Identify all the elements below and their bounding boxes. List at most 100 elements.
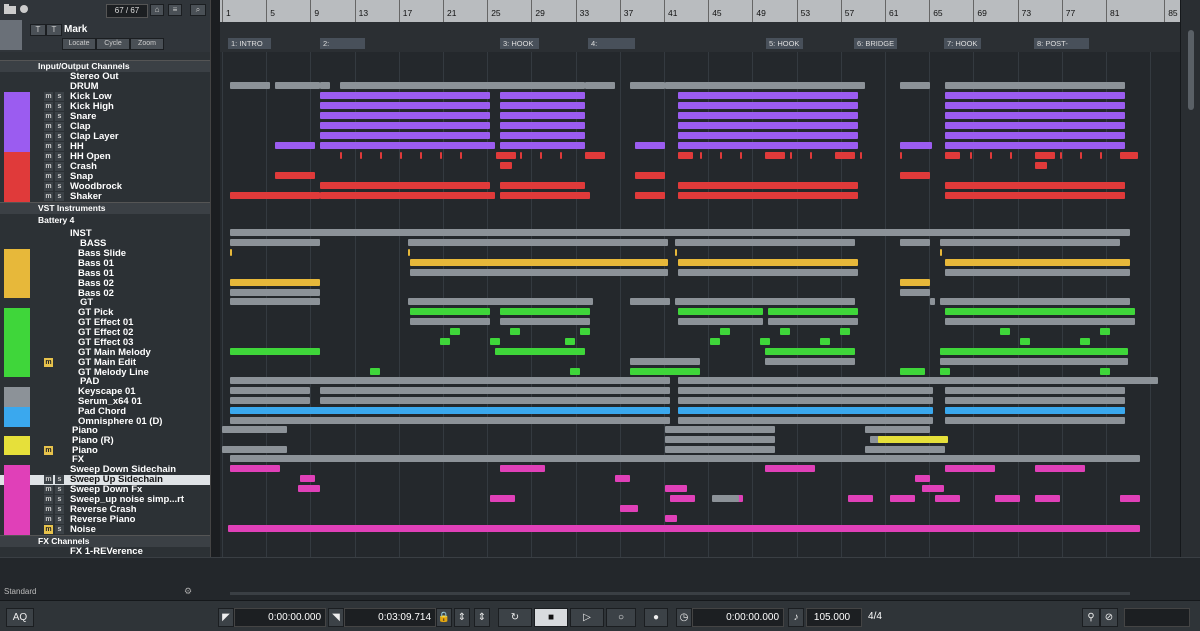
clip[interactable] <box>835 152 855 159</box>
clip[interactable] <box>320 102 490 109</box>
track-reverse-piano[interactable]: m s Reverse Piano <box>0 515 210 525</box>
clip[interactable] <box>865 446 945 453</box>
clip[interactable] <box>945 387 1125 394</box>
clip[interactable] <box>410 308 490 315</box>
sync-icon[interactable]: ⊘ <box>1100 608 1118 627</box>
clip[interactable] <box>900 82 930 89</box>
clip[interactable] <box>230 407 670 414</box>
clip[interactable] <box>945 182 1125 189</box>
stop-button[interactable]: ■ <box>534 608 568 627</box>
clip[interactable] <box>360 152 362 159</box>
clip[interactable] <box>940 249 942 256</box>
clip[interactable] <box>675 239 855 246</box>
clip[interactable] <box>665 515 677 522</box>
clock-icon[interactable]: ◷ <box>676 608 692 627</box>
signature-field[interactable]: 4/4 <box>860 608 894 625</box>
settings-icon[interactable]: ⚙ <box>184 586 192 597</box>
clip[interactable] <box>940 348 1128 355</box>
clip[interactable] <box>900 289 930 296</box>
clip[interactable] <box>1010 152 1012 159</box>
clip[interactable] <box>500 142 585 149</box>
clip[interactable] <box>945 82 1125 89</box>
clip[interactable] <box>630 358 700 365</box>
clip[interactable] <box>768 318 858 325</box>
marker-label[interactable]: 8: POST-HOOK <box>1034 38 1089 59</box>
clip[interactable] <box>995 495 1020 502</box>
clip[interactable] <box>1100 328 1110 335</box>
clip[interactable] <box>890 495 915 502</box>
right-locator-field[interactable]: 0:03:09.714 <box>344 608 436 627</box>
clip[interactable] <box>678 407 933 414</box>
clip[interactable] <box>320 122 490 129</box>
track-clap-layer[interactable]: m s Clap Layer <box>0 132 210 142</box>
clip[interactable] <box>230 279 320 286</box>
clip[interactable] <box>320 387 670 394</box>
vertical-scrollbar[interactable] <box>1180 0 1200 600</box>
clip[interactable] <box>540 152 542 159</box>
clip[interactable] <box>635 192 665 199</box>
clip[interactable] <box>400 152 402 159</box>
tab-cycle[interactable]: Cycle <box>96 38 130 50</box>
clip[interactable] <box>520 152 522 159</box>
clip[interactable] <box>320 397 670 404</box>
clip[interactable] <box>230 229 1130 236</box>
tab-locate[interactable]: Locate <box>62 38 96 50</box>
metronome-icon[interactable]: ● <box>644 608 668 627</box>
clip[interactable] <box>935 495 960 502</box>
clip[interactable] <box>275 142 315 149</box>
clip[interactable] <box>665 446 775 453</box>
track-piano-r[interactable]: Piano (R) <box>0 436 210 446</box>
clip[interactable] <box>678 122 858 129</box>
clip[interactable] <box>275 172 315 179</box>
clip[interactable] <box>495 348 585 355</box>
clip[interactable] <box>585 82 615 89</box>
clip[interactable] <box>900 239 930 246</box>
clip[interactable] <box>635 142 665 149</box>
clip[interactable] <box>760 338 770 345</box>
list-icon[interactable]: ≡ <box>168 4 182 16</box>
clip[interactable] <box>810 152 812 159</box>
clip[interactable] <box>848 495 873 502</box>
clip[interactable] <box>678 377 1158 384</box>
clip[interactable] <box>560 152 562 159</box>
marker-label[interactable]: 5: HOOK <box>766 38 803 49</box>
clip[interactable] <box>490 495 515 502</box>
clip[interactable] <box>500 112 585 119</box>
clip[interactable] <box>410 259 668 266</box>
clip[interactable] <box>945 92 1125 99</box>
right-locator-icon[interactable]: ◥ <box>328 608 344 627</box>
clip[interactable] <box>678 112 858 119</box>
clip[interactable] <box>765 152 785 159</box>
clip[interactable] <box>320 142 495 149</box>
timeline-ruler[interactable]: 1 5 9 13 17 21 25 29 33 37 41 45 49 53 57 61 65 69 73 77 81 8… <box>220 0 1180 23</box>
track-crash[interactable]: m s Crash <box>0 162 210 172</box>
marker-label[interactable]: 1: INTRO <box>228 38 271 49</box>
clip[interactable] <box>945 142 1125 149</box>
clip[interactable] <box>1080 152 1082 159</box>
clip[interactable] <box>670 495 695 502</box>
clip[interactable] <box>320 112 490 119</box>
clip[interactable] <box>678 192 858 199</box>
clip[interactable] <box>500 192 590 199</box>
clip[interactable] <box>1080 338 1090 345</box>
clip[interactable] <box>678 152 693 159</box>
clip[interactable] <box>320 182 490 189</box>
clip[interactable] <box>500 102 585 109</box>
clip[interactable] <box>1035 162 1047 169</box>
track-kick-high[interactable]: m s Kick High <box>0 102 210 112</box>
clip[interactable] <box>570 368 580 375</box>
clip[interactable] <box>1035 152 1055 159</box>
record-button[interactable]: ○ <box>606 608 636 627</box>
clip[interactable] <box>500 132 585 139</box>
clip[interactable] <box>678 308 763 315</box>
clip[interactable] <box>230 417 670 424</box>
clip[interactable] <box>420 152 422 159</box>
clip[interactable] <box>500 122 585 129</box>
clip[interactable] <box>320 92 490 99</box>
clip[interactable] <box>678 142 858 149</box>
clip[interactable] <box>635 172 665 179</box>
clip[interactable] <box>940 298 1130 305</box>
clip[interactable] <box>1035 495 1060 502</box>
clip[interactable] <box>945 132 1125 139</box>
clip[interactable] <box>370 368 380 375</box>
